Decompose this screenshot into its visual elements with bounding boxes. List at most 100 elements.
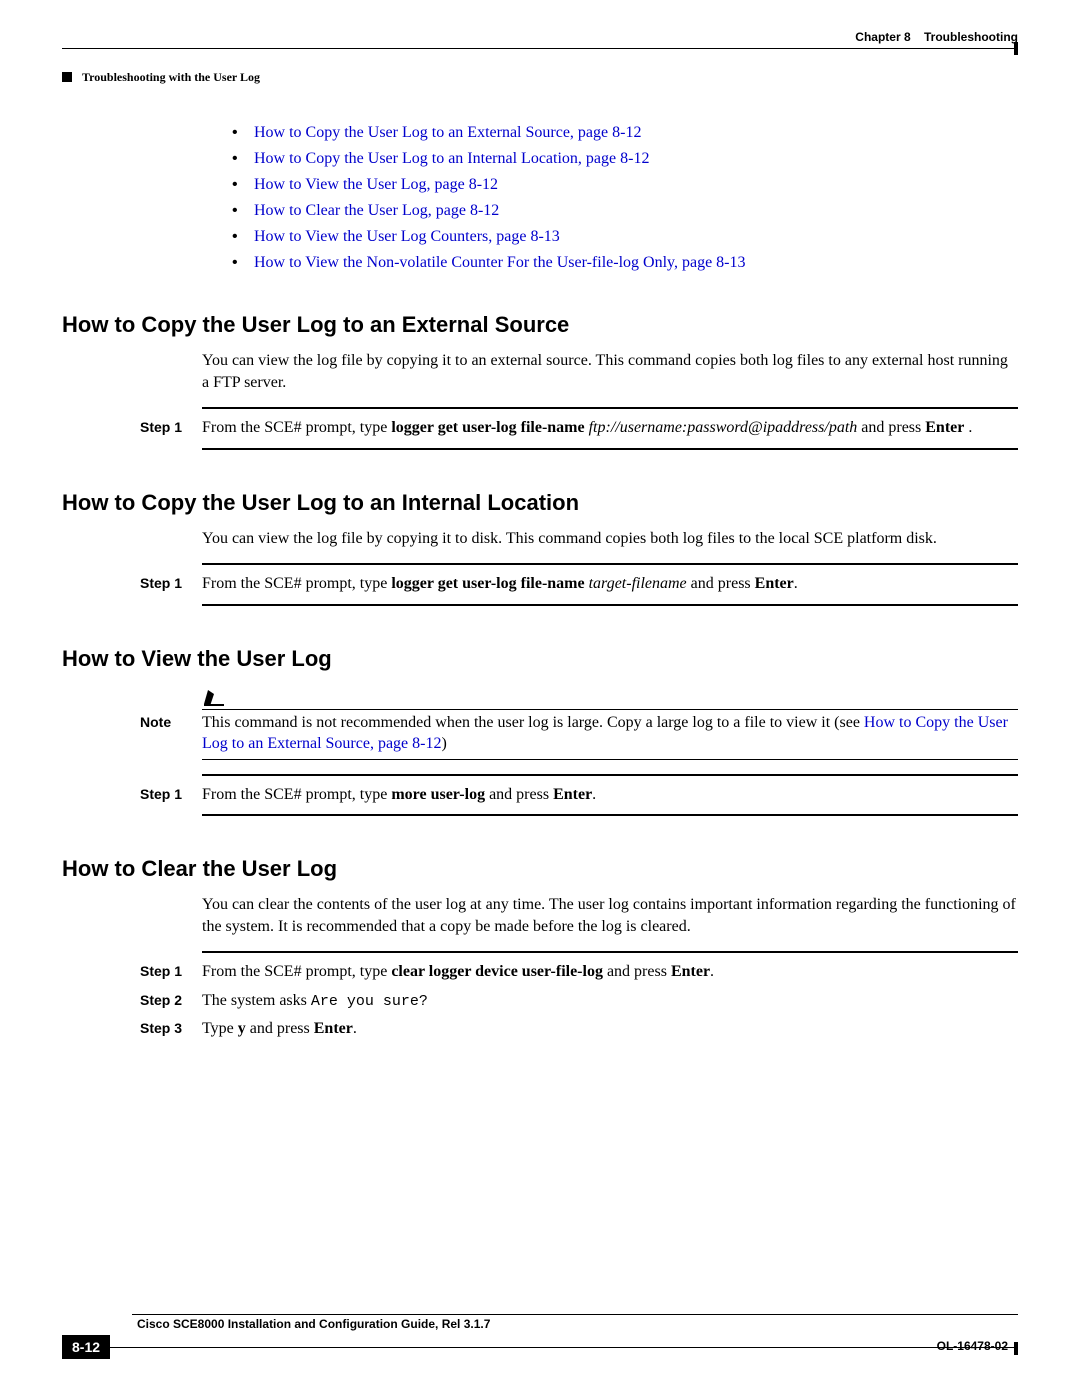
divider	[202, 814, 1018, 816]
command-bold: clear logger device user-file-log	[391, 963, 603, 980]
step-label: Step 2	[140, 990, 202, 1012]
step-text: Type y and press Enter.	[202, 1018, 1018, 1040]
page-number-box: 8-12	[62, 1335, 110, 1359]
toc-item: •How to View the Non-volatile Counter Fo…	[232, 254, 1018, 272]
footer-rule-top	[132, 1314, 1018, 1315]
step-row: Step 1 From the SCE# prompt, type clear …	[140, 961, 1018, 983]
step-label: Step 1	[140, 573, 202, 595]
text: Type	[202, 1020, 238, 1037]
text: .	[353, 1020, 357, 1037]
prompt-mono: Are you sure?	[311, 993, 428, 1010]
toc-item: •How to Copy the User Log to an Internal…	[232, 150, 1018, 168]
toc-list: •How to Copy the User Log to an External…	[232, 124, 1018, 272]
note-row: Note This command is not recommended whe…	[140, 712, 1018, 755]
text: and press	[687, 575, 755, 592]
pencil-note-icon	[202, 684, 228, 708]
text: and press	[485, 786, 553, 803]
bullet-icon: •	[232, 150, 254, 168]
toc-link[interactable]: How to Copy the User Log to an Internal …	[254, 150, 649, 167]
command-arg: ftp://username:password@ipaddress/path	[585, 419, 858, 436]
bullet-icon: •	[232, 124, 254, 142]
text: From the SCE# prompt, type	[202, 963, 391, 980]
text: and press	[246, 1020, 314, 1037]
key-enter: Enter	[314, 1020, 353, 1037]
toc-item: •How to Clear the User Log, page 8-12	[232, 202, 1018, 220]
chapter-label: Chapter 8	[855, 30, 910, 44]
step-row: Step 1 From the SCE# prompt, type logger…	[140, 417, 1018, 439]
step-label: Step 1	[140, 961, 202, 983]
text: The system asks	[202, 992, 311, 1009]
step-text: From the SCE# prompt, type clear logger …	[202, 961, 1018, 983]
key-enter: Enter	[925, 419, 964, 436]
text: From the SCE# prompt, type	[202, 419, 391, 436]
section-marker-icon	[62, 72, 72, 82]
bullet-icon: •	[232, 202, 254, 220]
divider	[202, 407, 1018, 409]
heading-view-log: How to View the User Log	[62, 646, 1018, 672]
step-row: Step 3 Type y and press Enter.	[140, 1018, 1018, 1040]
header-rule	[62, 48, 1018, 49]
text: and press	[861, 419, 925, 436]
note-text: This command is not recommended when the…	[202, 712, 1018, 755]
divider	[202, 448, 1018, 450]
divider	[202, 774, 1018, 776]
toc-link[interactable]: How to Clear the User Log, page 8-12	[254, 202, 499, 219]
toc-link[interactable]: How to View the User Log Counters, page …	[254, 228, 560, 245]
divider	[202, 951, 1018, 953]
toc-link[interactable]: How to View the Non-volatile Counter For…	[254, 254, 746, 271]
rule-end-marker	[1014, 1342, 1018, 1355]
toc-link[interactable]: How to Copy the User Log to an External …	[254, 124, 641, 141]
note-rule	[202, 759, 1018, 760]
step-label: Step 3	[140, 1018, 202, 1040]
chapter-title: Troubleshooting	[924, 30, 1018, 44]
step-text: From the SCE# prompt, type logger get us…	[202, 417, 1018, 439]
step-text: The system asks Are you sure?	[202, 990, 1018, 1012]
footer-book-title: Cisco SCE8000 Installation and Configura…	[137, 1317, 1018, 1331]
intro-copy-external: You can view the log file by copying it …	[202, 350, 1018, 393]
toc-item: •How to View the User Log, page 8-12	[232, 176, 1018, 194]
command-bold: logger get user-log file-name	[391, 575, 584, 592]
step-text: From the SCE# prompt, type more user-log…	[202, 784, 1018, 806]
toc-item: •How to Copy the User Log to an External…	[232, 124, 1018, 142]
key-enter: Enter	[755, 575, 794, 592]
intro-clear-log: You can clear the contents of the user l…	[202, 894, 1018, 937]
command-bold: logger get user-log file-name	[391, 419, 584, 436]
text: From the SCE# prompt, type	[202, 786, 391, 803]
text: )	[441, 735, 446, 752]
command-bold: more user-log	[391, 786, 485, 803]
text: From the SCE# prompt, type	[202, 575, 391, 592]
footer-doc-id: OL-16478-02	[937, 1339, 1008, 1353]
key-enter: Enter	[671, 963, 710, 980]
step-text: From the SCE# prompt, type logger get us…	[202, 573, 1018, 595]
step-label: Step 1	[140, 417, 202, 439]
page: Chapter 8 Troubleshooting Troubleshootin…	[0, 0, 1080, 1397]
text: .	[592, 786, 596, 803]
step-row: Step 2 The system asks Are you sure?	[140, 990, 1018, 1012]
heading-copy-external: How to Copy the User Log to an External …	[62, 312, 1018, 338]
intro-copy-internal: You can view the log file by copying it …	[202, 528, 1018, 550]
text: .	[794, 575, 798, 592]
page-header: Chapter 8 Troubleshooting	[62, 30, 1018, 44]
bullet-icon: •	[232, 254, 254, 272]
text: .	[964, 419, 972, 436]
bullet-icon: •	[232, 228, 254, 246]
divider	[202, 604, 1018, 606]
footer-bottom-row: 8-12 OL-16478-02	[62, 1335, 1018, 1359]
divider	[202, 563, 1018, 565]
toc-item: •How to View the User Log Counters, page…	[232, 228, 1018, 246]
step-label: Step 1	[140, 784, 202, 806]
text: This command is not recommended when the…	[202, 714, 864, 731]
toc-link[interactable]: How to View the User Log, page 8-12	[254, 176, 498, 193]
command-bold: y	[238, 1020, 246, 1037]
heading-clear-log: How to Clear the User Log	[62, 856, 1018, 882]
bullet-icon: •	[232, 176, 254, 194]
note-rule	[202, 709, 1018, 710]
text: and press	[603, 963, 671, 980]
command-arg: target-filename	[585, 575, 687, 592]
rule-end-marker	[1014, 42, 1018, 55]
header-chapter: Chapter 8 Troubleshooting	[855, 30, 1018, 44]
footer-rule-bottom	[110, 1347, 1018, 1348]
step-row: Step 1 From the SCE# prompt, type logger…	[140, 573, 1018, 595]
heading-copy-internal: How to Copy the User Log to an Internal …	[62, 490, 1018, 516]
note-label: Note	[140, 712, 202, 755]
